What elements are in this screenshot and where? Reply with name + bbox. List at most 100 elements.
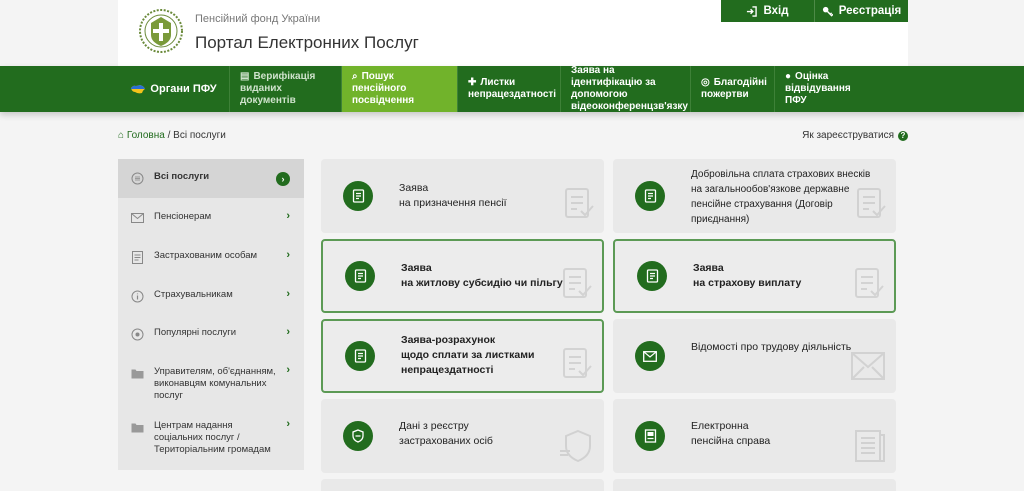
- sidebar-item-all-services[interactable]: Всі послуги ›: [118, 159, 304, 198]
- main-nav: Органи ПФУ ▤ Верифікація виданих документ…: [0, 65, 1024, 112]
- service-card-pension-case-file[interactable]: Електронна пенсійна справа: [613, 399, 896, 473]
- sidebar-item-pensioners[interactable]: Пенсіонерам ›: [118, 198, 304, 237]
- services-sidebar: Всі послуги › Пенсіонерам › Застраховани…: [118, 159, 304, 470]
- sidebar-item-social-centers[interactable]: Центрам надання соціальних послуг / Тери…: [118, 414, 304, 470]
- coins-icon: ◎: [701, 77, 710, 88]
- application-form-icon: [637, 261, 667, 291]
- chevron-right-icon: ›: [286, 364, 290, 376]
- envelope-icon: [635, 341, 665, 371]
- sidebar-item-managers[interactable]: Управителям, об'єднанням, виконавцям ком…: [118, 354, 304, 414]
- chevron-right-icon: ›: [276, 172, 290, 186]
- sidebar-item-label: Застрахованим особам: [154, 250, 258, 261]
- sidebar-item-label: Всі послуги: [154, 171, 210, 182]
- shield-watermark-icon: [560, 429, 591, 463]
- chevron-right-icon: ›: [286, 418, 290, 430]
- login-icon: [747, 5, 758, 17]
- form-watermark-icon: [563, 268, 592, 298]
- form-watermark-icon: [857, 188, 886, 218]
- nav-item-feedback[interactable]: ● Оцінка відвідування ПФУ: [774, 66, 875, 112]
- org-name: Пенсійний фонд України: [195, 13, 321, 25]
- folder-icon: [130, 366, 144, 380]
- nav-item-verification[interactable]: ▤ Верифікація виданих документів: [229, 66, 341, 112]
- sidebar-item-label: Популярні послуги: [154, 327, 237, 338]
- key-icon: [822, 6, 833, 17]
- popular-icon: [130, 327, 144, 341]
- login-button[interactable]: Вхід: [721, 0, 815, 22]
- comment-icon: ●: [785, 71, 792, 82]
- case-file-watermark-icon: [855, 430, 885, 462]
- service-card-insurance-payment[interactable]: Заява на страхову виплату: [613, 239, 896, 313]
- pfu-logo-icon[interactable]: [138, 8, 184, 54]
- envelope-watermark-icon: [851, 352, 885, 380]
- card-title: Електронна пенсійна справа: [691, 420, 771, 447]
- nav-item-sick-leave[interactable]: ✚ Листки непрацездатності: [457, 66, 560, 112]
- shield-register-icon: [343, 421, 373, 451]
- nav-item-donations[interactable]: ◎ Благодійні пожертви: [690, 66, 774, 112]
- nav-label: Заява на ідентифікацію за допомогою віде…: [571, 65, 688, 112]
- service-card-pension-application[interactable]: Заява на призначення пенсії: [321, 159, 604, 233]
- card-title: Заява на призначення пенсії: [399, 182, 507, 209]
- application-form-icon: [345, 261, 375, 291]
- service-card-insured-register[interactable]: Дані з реєстру застрахованих осіб: [321, 399, 604, 473]
- nav-label: ● Оцінка відвідування ПФУ: [785, 71, 851, 106]
- sidebar-item-label: Управителям, об'єднанням, виконавцям ком…: [154, 366, 276, 401]
- sidebar-item-popular[interactable]: Популярні послуги ›: [118, 315, 304, 354]
- application-form-icon: [635, 181, 665, 211]
- service-card-employment-records[interactable]: Відомості про трудову діяльність: [613, 319, 896, 393]
- card-title: Дані з реєстру застрахованих осіб: [399, 420, 493, 447]
- sidebar-item-insurers[interactable]: Страхувальникам ›: [118, 276, 304, 315]
- how-to-register-link[interactable]: Як зареєструватися ?: [802, 130, 908, 141]
- sidebar-item-insured-persons[interactable]: Застрахованим особам ›: [118, 237, 304, 276]
- nav-label: ◎ Благодійні пожертви: [701, 77, 767, 100]
- card-title: Добровільна сплата страхових внесків на з…: [691, 169, 871, 225]
- sidebar-item-label: Страхувальникам: [154, 289, 233, 300]
- register-button[interactable]: Реєстрація: [815, 0, 908, 22]
- home-icon: ⌂: [118, 130, 125, 141]
- document-icon: [130, 250, 144, 264]
- sidebar-item-label: Центрам надання соціальних послуг / Тери…: [154, 420, 271, 455]
- breadcrumb-current: Всі послуги: [173, 130, 226, 141]
- breadcrumb-home-link[interactable]: ⌂ Головна: [118, 130, 165, 141]
- nav-label: ▤ Верифікація виданих документів: [240, 71, 316, 106]
- service-card-sick-leave-calculation[interactable]: Заява-розрахунок щодо сплати за листками н…: [321, 319, 604, 393]
- envelope-icon: [130, 211, 144, 225]
- login-label: Вхід: [763, 5, 789, 17]
- service-card-partial[interactable]: [321, 479, 604, 491]
- card-title: Відомості про трудову діяльність: [691, 341, 852, 353]
- case-file-icon: [635, 421, 665, 451]
- checklist-icon: ▤: [240, 71, 250, 82]
- application-form-icon: [343, 181, 373, 211]
- application-form-icon: [345, 341, 375, 371]
- help-label: Як зареєструватися: [802, 130, 894, 141]
- service-card-voluntary-payment[interactable]: Добровільна сплата страхових внесків на з…: [613, 159, 896, 233]
- portal-title: Портал Електронних Послуг: [195, 33, 419, 52]
- form-watermark-icon: [563, 348, 592, 378]
- nav-item-video-identification[interactable]: Заява на ідентифікацію за допомогою віде…: [560, 65, 690, 112]
- medkit-icon: ✚: [468, 77, 477, 88]
- nav-label: ⌕ Пошук пенсійного посвідчення: [352, 71, 415, 106]
- register-label: Реєстрація: [838, 5, 902, 17]
- nav-label: ✚ Листки непрацездатності: [468, 77, 557, 100]
- nav-item-pfu-bodies[interactable]: Органи ПФУ: [118, 66, 229, 112]
- service-card-housing-subsidy[interactable]: Заява на житлову субсидію чи пільгу: [321, 239, 604, 313]
- service-card-partial[interactable]: [613, 479, 896, 491]
- info-icon: [130, 289, 144, 303]
- chevron-right-icon: ›: [286, 288, 290, 300]
- ukraine-map-icon: [131, 84, 146, 93]
- question-icon: ?: [898, 130, 908, 141]
- card-title: Заява на страхову виплату: [693, 262, 802, 289]
- chevron-right-icon: ›: [286, 326, 290, 338]
- site-header: Пенсійний фонд України Портал Електронни…: [118, 0, 908, 66]
- nav-item-pension-id-search[interactable]: ⌕ Пошук пенсійного посвідчення: [341, 66, 457, 112]
- form-watermark-icon: [565, 188, 594, 218]
- search-icon: ⌕: [352, 71, 358, 82]
- form-watermark-icon: [855, 268, 884, 298]
- chevron-right-icon: ›: [286, 249, 290, 261]
- card-title: Заява на житлову субсидію чи пільгу: [401, 262, 563, 289]
- folder-icon: [130, 420, 144, 434]
- chevron-right-icon: ›: [286, 210, 290, 222]
- sidebar-item-label: Пенсіонерам: [154, 211, 212, 222]
- breadcrumb-separator: /: [167, 130, 171, 141]
- nav-label: Органи ПФУ: [150, 83, 217, 95]
- all-services-icon: [130, 171, 144, 185]
